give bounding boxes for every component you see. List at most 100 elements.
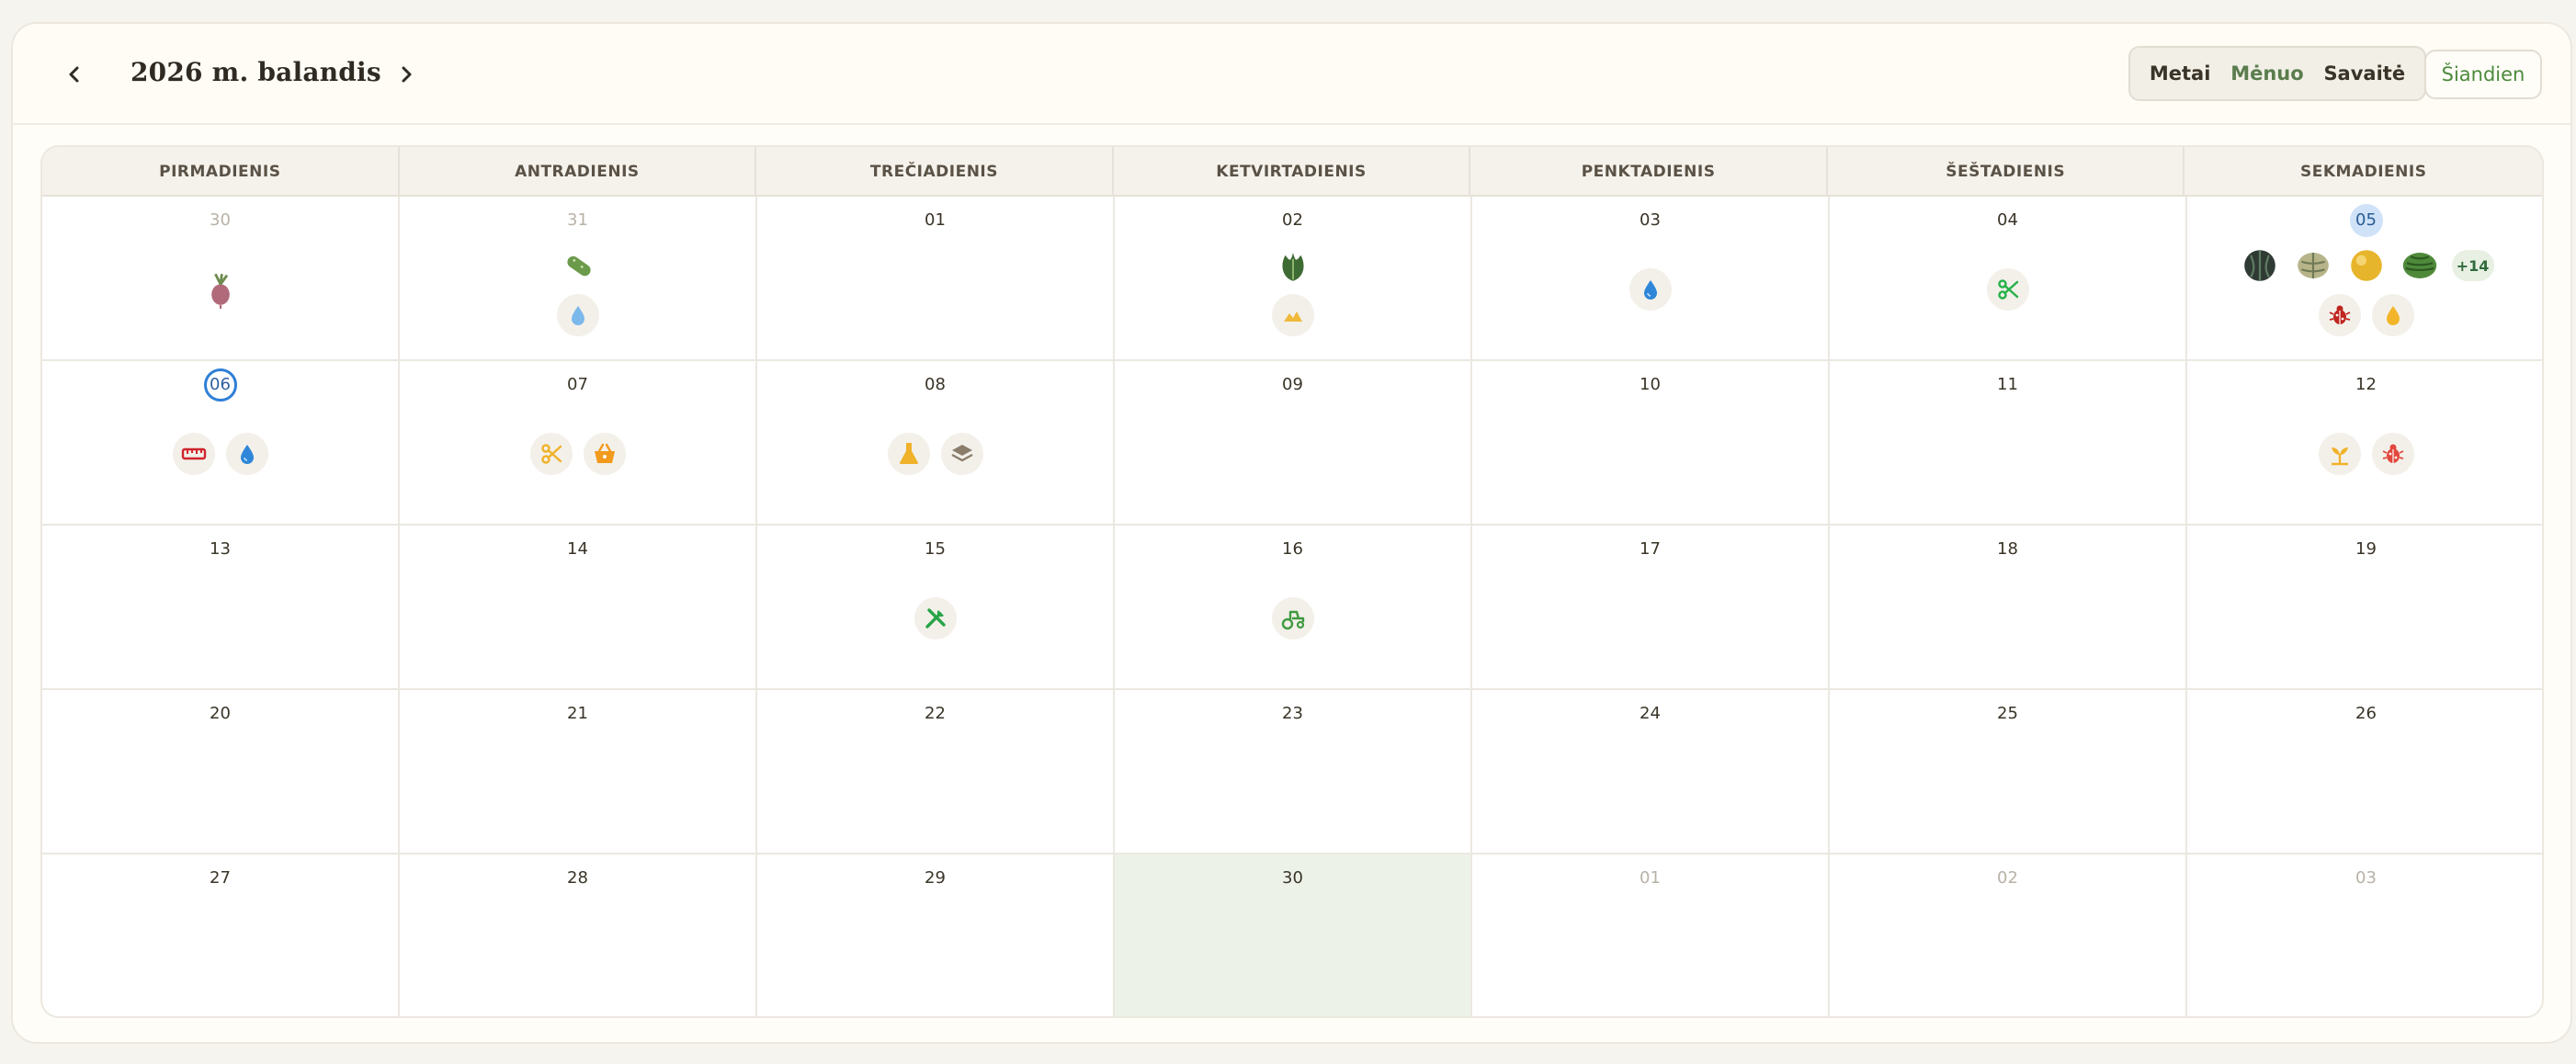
day-cell[interactable]: 05 +14 bbox=[2187, 197, 2542, 361]
day-icons-row bbox=[757, 433, 1113, 475]
day-number: 04 bbox=[1830, 204, 2185, 237]
melon-striped-icon[interactable] bbox=[2292, 244, 2334, 287]
flask-icon[interactable] bbox=[887, 433, 930, 475]
soil-icon[interactable] bbox=[1271, 294, 1314, 336]
day-number-label: 08 bbox=[925, 375, 946, 394]
day-number: 18 bbox=[1830, 533, 2185, 566]
day-cell[interactable]: 20 bbox=[42, 690, 400, 855]
day-number-label: 01 bbox=[925, 210, 946, 230]
weekday-saturday: ŠEŠTADIENIS bbox=[1828, 147, 2185, 197]
day-cell[interactable]: 18 bbox=[1830, 526, 2187, 690]
day-cell[interactable]: 04 bbox=[1830, 197, 2187, 361]
day-number-label: 29 bbox=[925, 868, 946, 888]
day-number-label: 07 bbox=[567, 375, 588, 394]
month-title: 2026 m. balandis bbox=[131, 57, 381, 87]
day-cell[interactable]: 26 bbox=[2187, 690, 2542, 855]
view-year-button[interactable]: Metai bbox=[2144, 55, 2217, 92]
day-number-label: 05 bbox=[2349, 204, 2383, 237]
basket-icon[interactable] bbox=[583, 433, 626, 475]
day-cell[interactable]: 01 bbox=[1472, 855, 1830, 1016]
bug-icon-glyph bbox=[2329, 305, 2350, 324]
day-cell[interactable]: 03 bbox=[1472, 197, 1830, 361]
day-number: 30 bbox=[42, 204, 398, 237]
day-cell[interactable]: 06 bbox=[42, 361, 400, 526]
day-number: 28 bbox=[400, 862, 755, 895]
day-number: 14 bbox=[400, 533, 755, 566]
day-cell[interactable]: 12 bbox=[2187, 361, 2542, 526]
lettuce-icon[interactable] bbox=[1272, 244, 1314, 287]
bug-red-icon[interactable] bbox=[2371, 433, 2414, 475]
oil-drop-icon-glyph bbox=[2386, 306, 2400, 325]
water-drop-light-icon[interactable] bbox=[556, 294, 599, 336]
melon-yellow-icon[interactable] bbox=[2345, 244, 2388, 287]
day-cell[interactable]: 21 bbox=[400, 690, 757, 855]
day-cell[interactable]: 30 bbox=[42, 197, 400, 361]
water-drop-light-icon-glyph bbox=[571, 306, 584, 325]
day-number-label: 20 bbox=[210, 704, 231, 723]
day-number-label: 02 bbox=[1282, 210, 1303, 230]
day-number-label: 21 bbox=[567, 704, 588, 723]
day-cell[interactable]: 23 bbox=[1115, 690, 1472, 855]
day-number: 10 bbox=[1472, 368, 1828, 402]
water-drop-icon-glyph bbox=[1643, 280, 1657, 300]
watermelon-icon[interactable] bbox=[2399, 244, 2441, 287]
view-month-button[interactable]: Mėnuo bbox=[2225, 55, 2309, 92]
day-cell[interactable]: 25 bbox=[1830, 690, 2187, 855]
cucumber-icon[interactable] bbox=[557, 244, 599, 287]
day-cell[interactable]: 08 bbox=[757, 361, 1115, 526]
today-button[interactable]: Šiandien bbox=[2424, 50, 2542, 99]
tools-icon[interactable] bbox=[914, 597, 957, 640]
day-cell[interactable]: 07 bbox=[400, 361, 757, 526]
weekday-sunday: SEKMADIENIS bbox=[2300, 163, 2427, 181]
day-cell[interactable]: 03 bbox=[2187, 855, 2542, 1016]
tractor-icon[interactable] bbox=[1271, 597, 1314, 640]
day-cell[interactable]: 30 bbox=[1115, 855, 1472, 1016]
view-switcher: Metai Mėnuo Savaitė bbox=[2128, 46, 2426, 101]
water-drop-icon[interactable] bbox=[1628, 268, 1672, 311]
day-cell[interactable]: 15 bbox=[757, 526, 1115, 690]
day-cell[interactable]: 22 bbox=[757, 690, 1115, 855]
day-cell[interactable]: 17 bbox=[1472, 526, 1830, 690]
scissors-green-icon[interactable] bbox=[1986, 268, 2029, 311]
day-icons-row bbox=[400, 244, 755, 287]
next-month-button[interactable] bbox=[383, 51, 429, 97]
prev-month-button[interactable] bbox=[51, 51, 97, 97]
day-cell[interactable]: 19 bbox=[2187, 526, 2542, 690]
day-cell[interactable]: 31 bbox=[400, 197, 757, 361]
day-cell[interactable]: 13 bbox=[42, 526, 400, 690]
day-cell[interactable]: 10 bbox=[1472, 361, 1830, 526]
oil-drop-icon[interactable] bbox=[2371, 294, 2414, 336]
view-week-button[interactable]: Savaitė bbox=[2318, 55, 2411, 92]
day-cell[interactable]: 24 bbox=[1472, 690, 1830, 855]
beet-icon[interactable] bbox=[199, 268, 242, 311]
more-events-badge[interactable]: +14 bbox=[2451, 250, 2494, 281]
day-cell[interactable]: 28 bbox=[400, 855, 757, 1016]
day-cell[interactable]: 01 bbox=[757, 197, 1115, 361]
scissors-yellow-icon[interactable] bbox=[529, 433, 573, 475]
day-number: 30 bbox=[1115, 862, 1470, 895]
day-icons-row bbox=[1115, 597, 1470, 640]
layers-icon[interactable] bbox=[940, 433, 983, 475]
day-number: 19 bbox=[2187, 533, 2542, 566]
day-cell[interactable]: 02 bbox=[1115, 197, 1472, 361]
day-cell[interactable]: 14 bbox=[400, 526, 757, 690]
day-icons-row bbox=[1115, 244, 1470, 287]
watermelon-dark-icon[interactable] bbox=[2239, 244, 2281, 287]
day-cell[interactable]: 16 bbox=[1115, 526, 1472, 690]
chevron-right-icon bbox=[402, 66, 412, 83]
day-number-label: 14 bbox=[567, 539, 588, 559]
tractor-icon-glyph bbox=[1281, 610, 1304, 630]
day-number: 16 bbox=[1115, 533, 1470, 566]
day-cell[interactable]: 11 bbox=[1830, 361, 2187, 526]
day-cell[interactable]: 09 bbox=[1115, 361, 1472, 526]
flask-icon-glyph bbox=[899, 443, 918, 464]
bug-icon[interactable] bbox=[2318, 294, 2361, 336]
ruler-icon[interactable] bbox=[172, 433, 215, 475]
day-number: 24 bbox=[1472, 697, 1828, 730]
water-drop-icon[interactable] bbox=[225, 433, 268, 475]
sprout-icon[interactable] bbox=[2318, 433, 2361, 475]
day-cell[interactable]: 29 bbox=[757, 855, 1115, 1016]
day-cell[interactable]: 02 bbox=[1830, 855, 2187, 1016]
day-number-label: 23 bbox=[1282, 704, 1303, 723]
day-cell[interactable]: 27 bbox=[42, 855, 400, 1016]
